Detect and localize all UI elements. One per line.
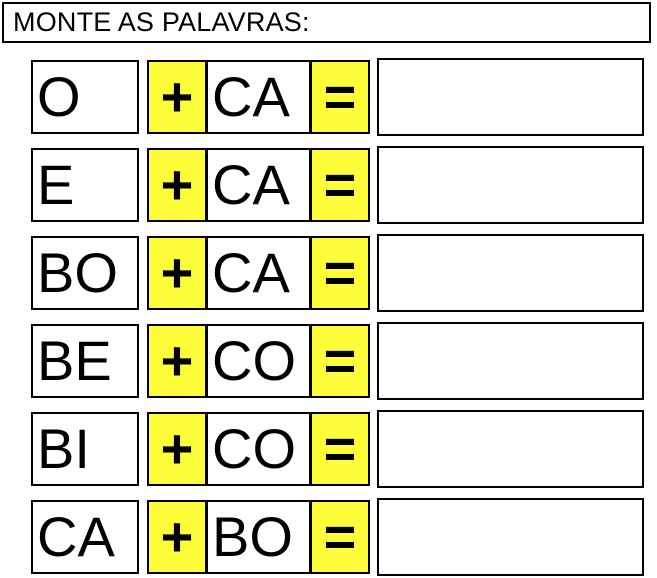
equation-row: O + CA = <box>0 58 657 136</box>
syllable-2-cell: BO <box>206 500 311 574</box>
equals-icon: = <box>323 241 357 305</box>
syllable-2-text: CO <box>212 329 296 393</box>
plus-icon: + <box>160 329 194 393</box>
syllable-1-text: BO <box>37 241 118 305</box>
syllable-1-cell: O <box>31 60 139 134</box>
syllable-1-text: BE <box>37 329 112 393</box>
equation-row: CA + BO = <box>0 498 657 576</box>
equals-icon: = <box>323 417 357 481</box>
syllable-2-cell: CO <box>206 324 311 398</box>
equals-operator-cell: = <box>310 500 370 574</box>
syllable-2-cell: CA <box>206 60 311 134</box>
answer-input-box[interactable] <box>377 234 644 312</box>
worksheet: MONTE AS PALAVRAS: O + CA = E + CA = BO … <box>0 0 657 578</box>
equals-icon: = <box>323 329 357 393</box>
plus-icon: + <box>160 417 194 481</box>
answer-input-box[interactable] <box>377 322 644 400</box>
answer-input-box[interactable] <box>377 498 644 576</box>
plus-operator-cell: + <box>147 324 207 398</box>
plus-operator-cell: + <box>147 60 207 134</box>
plus-operator-cell: + <box>147 148 207 222</box>
syllable-2-cell: CA <box>206 236 311 310</box>
equation-row: BI + CO = <box>0 410 657 488</box>
syllable-1-cell: CA <box>31 500 139 574</box>
equals-operator-cell: = <box>310 412 370 486</box>
syllable-1-text: BI <box>37 417 90 481</box>
equals-operator-cell: = <box>310 60 370 134</box>
equals-icon: = <box>323 65 357 129</box>
equation-row: BO + CA = <box>0 234 657 312</box>
equals-operator-cell: = <box>310 148 370 222</box>
equals-operator-cell: = <box>310 236 370 310</box>
plus-icon: + <box>160 505 194 569</box>
syllable-1-cell: BI <box>31 412 139 486</box>
equation-row: BE + CO = <box>0 322 657 400</box>
syllable-1-cell: BO <box>31 236 139 310</box>
syllable-2-cell: CA <box>206 148 311 222</box>
syllable-2-text: CA <box>212 241 290 305</box>
syllable-1-cell: BE <box>31 324 139 398</box>
syllable-2-text: CO <box>212 417 296 481</box>
equals-operator-cell: = <box>310 324 370 398</box>
plus-icon: + <box>160 153 194 217</box>
syllable-2-cell: CO <box>206 412 311 486</box>
answer-input-box[interactable] <box>377 410 644 488</box>
equals-icon: = <box>323 505 357 569</box>
syllable-1-text: CA <box>37 505 115 569</box>
syllable-1-text: E <box>37 153 75 217</box>
syllable-1-text: O <box>37 65 81 129</box>
plus-icon: + <box>160 241 194 305</box>
syllable-2-text: CA <box>212 65 290 129</box>
syllable-1-cell: E <box>31 148 139 222</box>
plus-icon: + <box>160 65 194 129</box>
plus-operator-cell: + <box>147 236 207 310</box>
worksheet-title-box: MONTE AS PALAVRAS: <box>2 2 651 43</box>
equation-row: E + CA = <box>0 146 657 224</box>
equals-icon: = <box>323 153 357 217</box>
answer-input-box[interactable] <box>377 146 644 224</box>
plus-operator-cell: + <box>147 412 207 486</box>
answer-input-box[interactable] <box>377 58 644 136</box>
syllable-2-text: CA <box>212 153 290 217</box>
syllable-2-text: BO <box>212 505 293 569</box>
plus-operator-cell: + <box>147 500 207 574</box>
page-title: MONTE AS PALAVRAS: <box>13 7 310 37</box>
